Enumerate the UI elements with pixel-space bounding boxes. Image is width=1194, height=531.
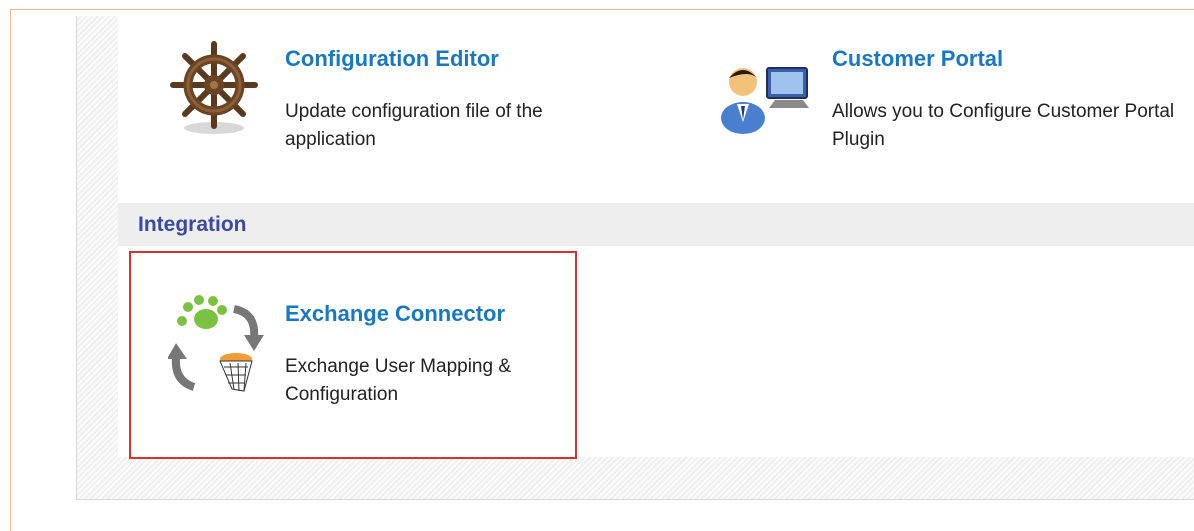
exchange-connector-link[interactable]: Exchange Connector xyxy=(285,301,505,327)
exchange-connector-description: Exchange User Mapping & Configuration xyxy=(285,356,512,405)
ship-wheel-icon xyxy=(168,40,268,140)
tile-customer-portal[interactable]: Customer Portal Allows you to Configure … xyxy=(715,40,1185,160)
customer-portal-link[interactable]: Customer Portal xyxy=(832,46,1003,72)
tile-configuration-editor[interactable]: Configuration Editor Update configuratio… xyxy=(168,40,648,160)
customer-portal-description: Allows you to Configure Customer Portal … xyxy=(832,101,1175,150)
section-header-integration: Integration xyxy=(118,203,1194,246)
user-computer-icon xyxy=(715,60,815,160)
tile-exchange-connector[interactable]: Exchange Connector Exchange User Mapping… xyxy=(167,295,568,435)
exchange-sync-icon xyxy=(167,295,268,395)
configuration-editor-link[interactable]: Configuration Editor xyxy=(285,46,499,72)
section-title: Integration xyxy=(138,213,247,236)
configuration-editor-description: Update configuration file of the applica… xyxy=(285,101,543,150)
